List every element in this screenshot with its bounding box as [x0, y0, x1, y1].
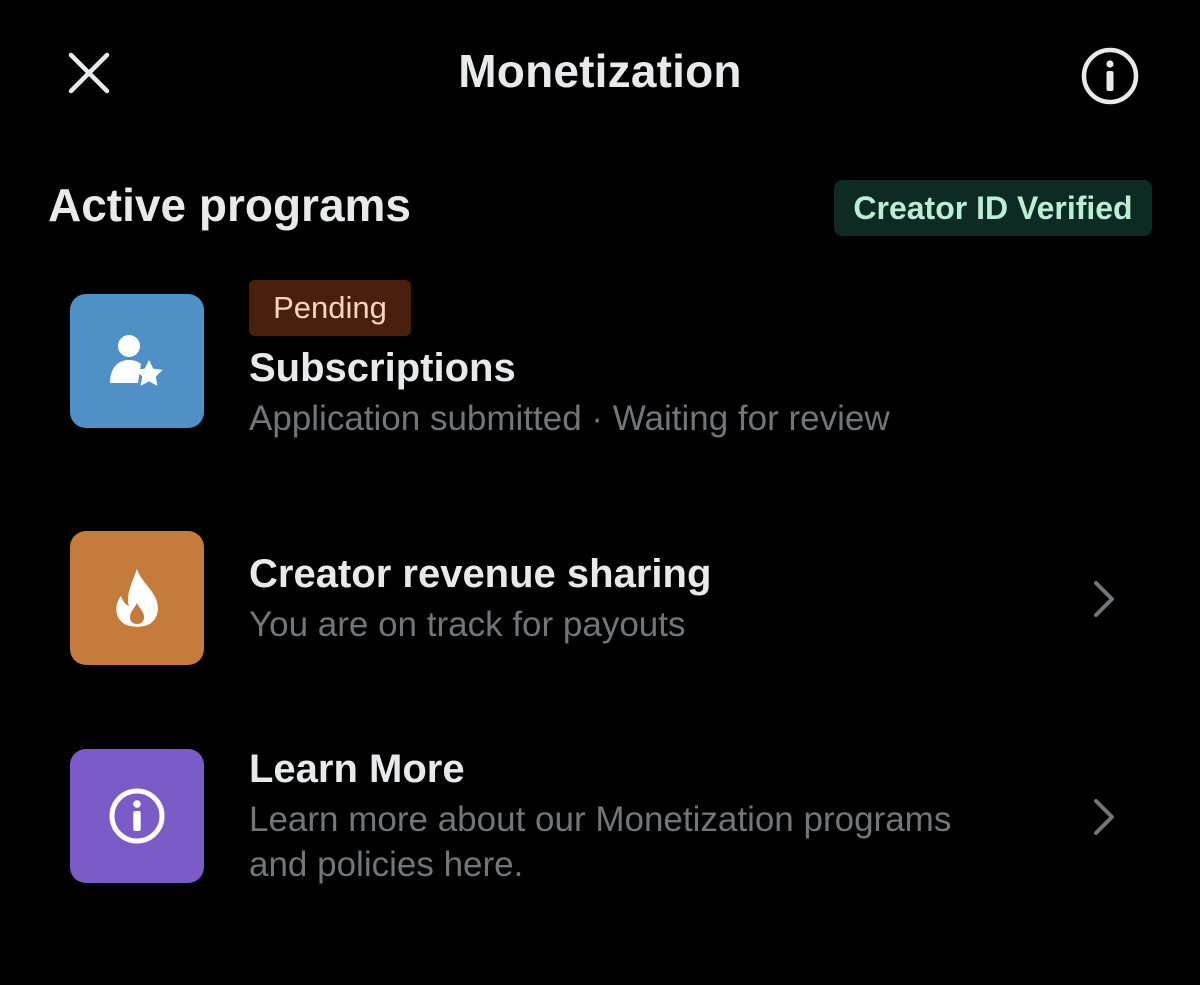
subscriptions-icon-tile [70, 294, 204, 428]
chevron-right-icon [1086, 575, 1122, 623]
page-title: Monetization [458, 45, 742, 97]
info-icon [1081, 47, 1139, 105]
program-subtitle: Learn more about our Monetization progra… [249, 800, 952, 884]
revenue-sharing-icon-tile [70, 531, 204, 665]
person-star-icon [110, 335, 163, 386]
chevron-right-icon [1086, 793, 1122, 841]
program-title: Learn More [249, 747, 465, 791]
program-creator-revenue-sharing[interactable]: Creator revenue sharing You are on track… [0, 530, 1200, 666]
program-subscriptions[interactable]: Pending Subscriptions Application submit… [0, 280, 1200, 450]
program-learn-more[interactable]: Learn More Learn more about our Monetiza… [0, 745, 1200, 890]
pending-status-badge: Pending [249, 280, 411, 336]
learn-more-icon-tile [70, 749, 204, 883]
info-icon [109, 788, 165, 844]
program-title: Creator revenue sharing [249, 552, 712, 596]
info-button[interactable] [1074, 40, 1146, 112]
creator-id-verified-badge: Creator ID Verified [834, 180, 1152, 236]
program-subtitle: You are on track for payouts [249, 605, 686, 644]
section-title: Active programs [48, 179, 412, 231]
flame-icon [116, 569, 158, 627]
top-bar: Monetization [0, 0, 1200, 150]
program-subtitle: Application submitted · Waiting for revi… [249, 399, 890, 438]
program-title: Subscriptions [249, 346, 516, 390]
